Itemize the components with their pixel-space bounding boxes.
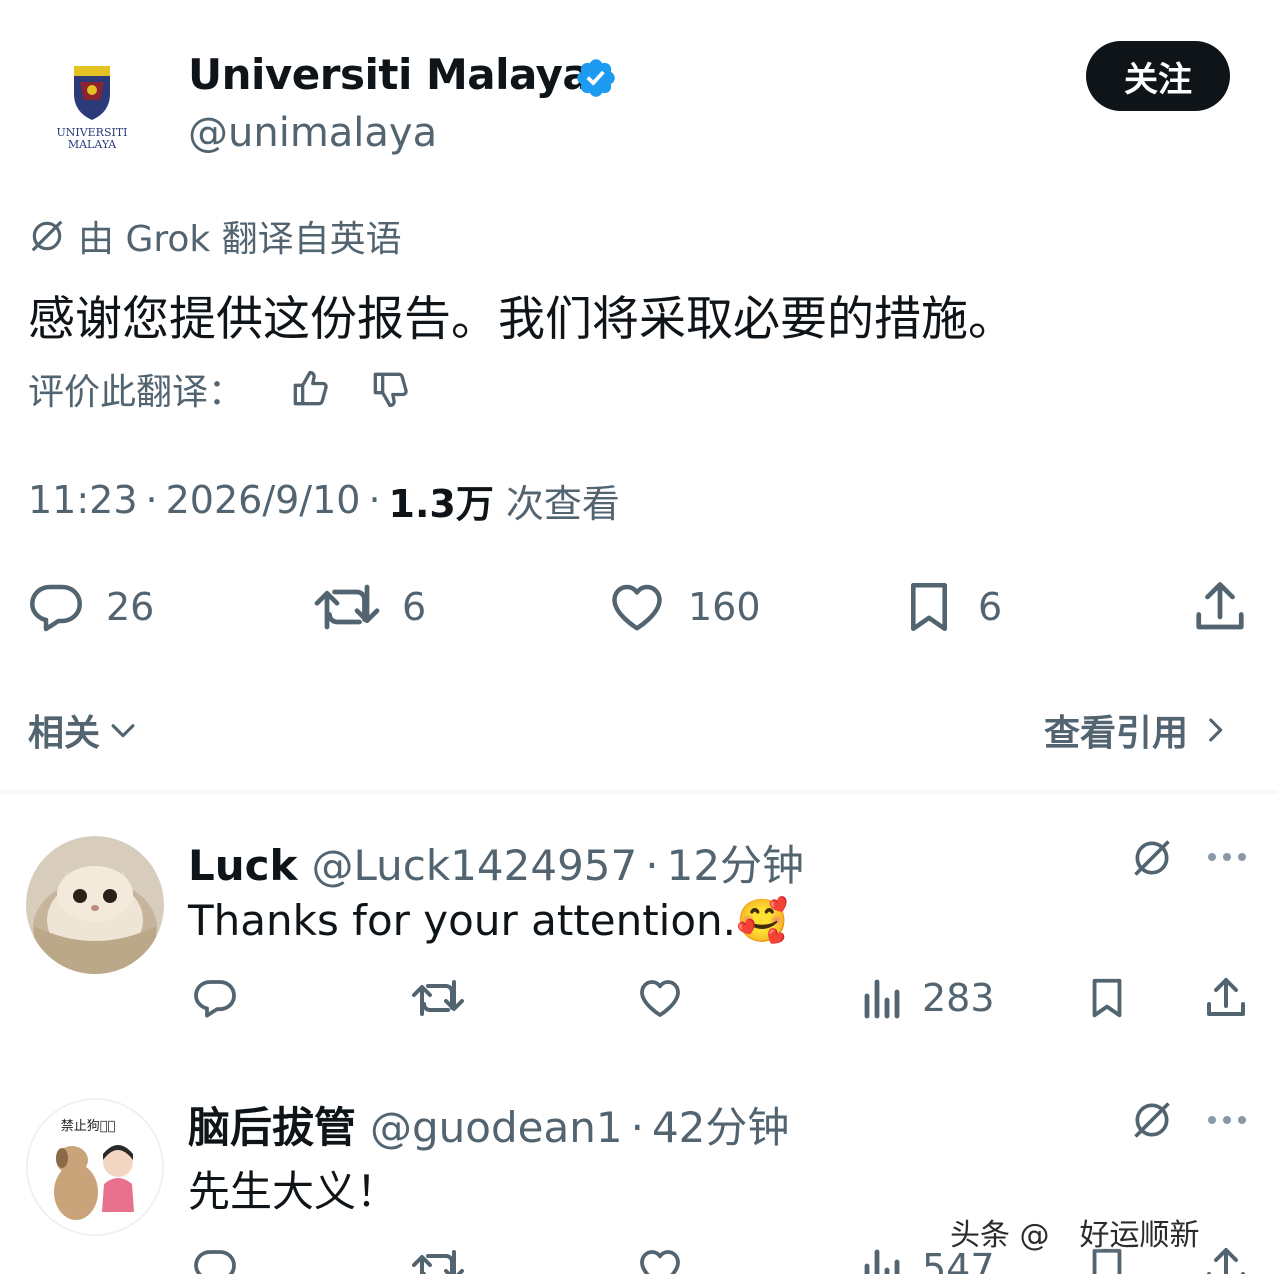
share-button[interactable]	[1202, 1244, 1250, 1274]
thumbs-up-icon[interactable]	[288, 367, 332, 411]
avatar-caption: 禁止狗叫⃠	[61, 1119, 116, 1134]
reply-author-name[interactable]: Luck	[188, 841, 298, 890]
heart-icon	[640, 980, 680, 1017]
bookmark-button[interactable]	[1084, 974, 1130, 1022]
retweet-button[interactable]	[410, 1244, 466, 1274]
reply-author-handle[interactable]: @Luck1424957	[312, 841, 638, 890]
reply-header: Luck @Luck1424957 · 12分钟	[188, 832, 804, 893]
like-button[interactable]	[634, 974, 686, 1022]
grok-icon[interactable]	[1130, 1098, 1174, 1142]
more-options-icon[interactable]	[1206, 851, 1248, 863]
reply-button[interactable]	[190, 1244, 240, 1274]
reply-author-handle[interactable]: @guodean1	[370, 1103, 623, 1152]
views-chart-icon	[864, 979, 900, 1019]
retweet-count: 6	[402, 585, 427, 629]
share-icon	[1207, 1248, 1245, 1274]
reply-icon	[194, 980, 236, 1018]
related-label: 相关	[28, 713, 101, 754]
watermark: 头条 @ 好运顺新	[950, 1210, 1200, 1254]
retweet-icon	[314, 584, 380, 630]
retweet-icon	[412, 980, 464, 1016]
reply-header: 脑后拔管 @guodean1 · 42分钟	[188, 1094, 789, 1155]
views-label: 次查看	[505, 481, 620, 526]
translation-note-text: 由 Grok 翻译自英语	[78, 219, 402, 260]
tweet-meta: 11:23 · 2026/9/10 · 1.3万 次查看	[28, 474, 620, 526]
bookmark-count: 6	[978, 585, 1003, 629]
translation-note[interactable]: 由 Grok 翻译自英语	[28, 212, 402, 260]
author-name[interactable]: Universiti Malaya	[188, 50, 591, 99]
tweet-text: 感谢您提供这份报告。我们将采取必要的措施。	[28, 292, 1015, 347]
university-logo[interactable]: UNIVERSITI MALAYA	[30, 38, 154, 162]
reply-count: 26	[106, 585, 155, 629]
reply-text: Thanks for your attention.🥰	[188, 896, 788, 946]
share-icon	[1196, 582, 1244, 630]
smiling-face-with-hearts-emoji: 🥰	[736, 896, 789, 945]
heart-icon	[640, 1250, 680, 1274]
heart-icon	[612, 584, 662, 631]
tweet-time[interactable]: 11:23	[28, 478, 138, 522]
bookmark-button[interactable]: 6	[900, 574, 1002, 640]
like-count: 160	[688, 585, 761, 629]
views-count: 1.3万	[388, 481, 494, 526]
retweet-icon	[412, 1250, 464, 1274]
author-handle[interactable]: @unimalaya	[188, 110, 437, 156]
reply-icon	[194, 1250, 236, 1274]
reply-author-name[interactable]: 脑后拔管	[188, 1094, 356, 1155]
views-chart-icon	[864, 1249, 900, 1274]
chevron-right-icon	[1209, 718, 1223, 742]
share-icon	[1207, 978, 1245, 1016]
logo-text-line2: MALAYA	[68, 138, 117, 151]
watermark-prefix: 头条 @	[950, 1218, 1050, 1253]
like-button[interactable]	[634, 1244, 686, 1274]
watermark-name: 好运顺新	[1079, 1218, 1200, 1253]
thumbs-down-icon[interactable]	[368, 367, 412, 411]
view-quotes-label: 查看引用	[1044, 713, 1189, 754]
share-button[interactable]	[1202, 974, 1250, 1022]
retweet-button[interactable]	[410, 974, 466, 1022]
like-button[interactable]: 160	[606, 574, 761, 640]
reply-icon	[30, 584, 82, 632]
bookmark-icon	[910, 582, 948, 632]
bookmark-icon	[1092, 978, 1122, 1018]
related-dropdown[interactable]: 相关	[28, 704, 140, 756]
avatar[interactable]: 禁止狗叫⃠	[26, 1098, 164, 1236]
rate-translation-label: 评价此翻译：	[28, 372, 245, 413]
reply-time[interactable]: 42分钟	[652, 1094, 789, 1155]
grok-icon	[31, 220, 63, 252]
reply-button[interactable]	[190, 974, 240, 1022]
grok-icon[interactable]	[1130, 836, 1174, 880]
reply-text-content: Thanks for your attention.	[188, 896, 737, 945]
verified-badge-icon	[574, 56, 618, 100]
reply-time[interactable]: 12分钟	[667, 832, 804, 893]
view-quotes-link[interactable]: 查看引用	[1044, 704, 1232, 756]
rate-translation: 评价此翻译：	[28, 364, 412, 414]
avatar[interactable]	[26, 836, 164, 974]
share-button[interactable]	[1190, 574, 1250, 640]
chevron-down-icon	[111, 724, 135, 738]
reply-button[interactable]: 26	[26, 574, 154, 640]
divider	[0, 790, 1278, 794]
retweet-button[interactable]: 6	[312, 574, 426, 640]
views-button[interactable]: 283	[862, 974, 995, 1022]
follow-button[interactable]: 关注	[1086, 41, 1230, 111]
more-options-icon[interactable]	[1206, 1114, 1248, 1126]
views-count: 283	[922, 976, 995, 1020]
reply-text: 先生大义！	[188, 1167, 399, 1216]
tweet-date[interactable]: 2026/9/10	[166, 478, 361, 522]
